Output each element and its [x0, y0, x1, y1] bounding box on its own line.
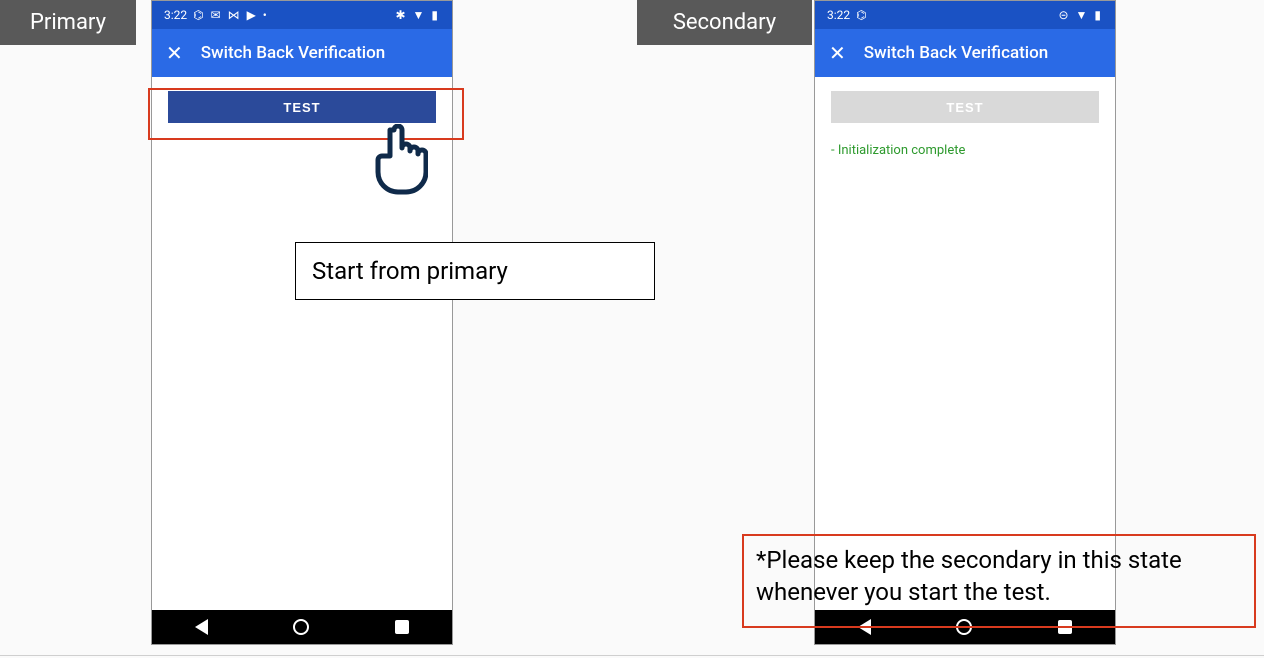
- status-time: 3:22: [164, 8, 187, 22]
- pointer-hand-icon: [368, 124, 428, 196]
- test-button[interactable]: TEST: [168, 91, 436, 123]
- status-left: 3:22 ⌬: [827, 8, 869, 22]
- content-area: TEST - Initialization complete: [815, 77, 1115, 172]
- primary-tag: Primary: [0, 0, 136, 45]
- divider-line: [0, 655, 1264, 656]
- status-bar: 3:22 ⌬ ⊝ ▼ ▮: [815, 1, 1115, 29]
- app-title: Switch Back Verification: [864, 43, 1048, 63]
- close-icon[interactable]: ✕: [166, 43, 183, 63]
- status-right-icons: ⊝ ▼ ▮: [1059, 8, 1104, 22]
- status-right-icons: ✱ ▼ ▮: [396, 8, 441, 22]
- nav-back-icon[interactable]: [858, 619, 871, 635]
- status-left: 3:22 ⌬ ✉ ⋈ ▶ •: [164, 8, 269, 22]
- app-title: Switch Back Verification: [201, 43, 385, 63]
- app-bar: ✕ Switch Back Verification: [152, 29, 452, 77]
- nav-bar: [815, 610, 1115, 644]
- nav-back-icon[interactable]: [195, 619, 208, 635]
- status-bar: 3:22 ⌬ ✉ ⋈ ▶ • ✱ ▼ ▮: [152, 1, 452, 29]
- status-time: 3:22: [827, 8, 850, 22]
- nav-recent-icon[interactable]: [395, 620, 409, 634]
- caption-secondary: *Please keep the secondary in this state…: [756, 544, 1246, 609]
- status-left-icons: ⌬ ✉ ⋈ ▶ •: [193, 8, 269, 22]
- caption-primary: Start from primary: [295, 242, 655, 300]
- nav-recent-icon[interactable]: [1058, 620, 1072, 634]
- close-icon[interactable]: ✕: [829, 43, 846, 63]
- log-line: - Initialization complete: [831, 143, 1099, 158]
- nav-bar: [152, 610, 452, 644]
- status-left-icons: ⌬: [856, 8, 868, 22]
- nav-home-icon[interactable]: [956, 619, 972, 635]
- phone-primary: 3:22 ⌬ ✉ ⋈ ▶ • ✱ ▼ ▮ ✕ Switch Back Verif…: [151, 0, 453, 645]
- test-button: TEST: [831, 91, 1099, 123]
- secondary-tag: Secondary: [637, 0, 812, 45]
- app-bar: ✕ Switch Back Verification: [815, 29, 1115, 77]
- nav-home-icon[interactable]: [293, 619, 309, 635]
